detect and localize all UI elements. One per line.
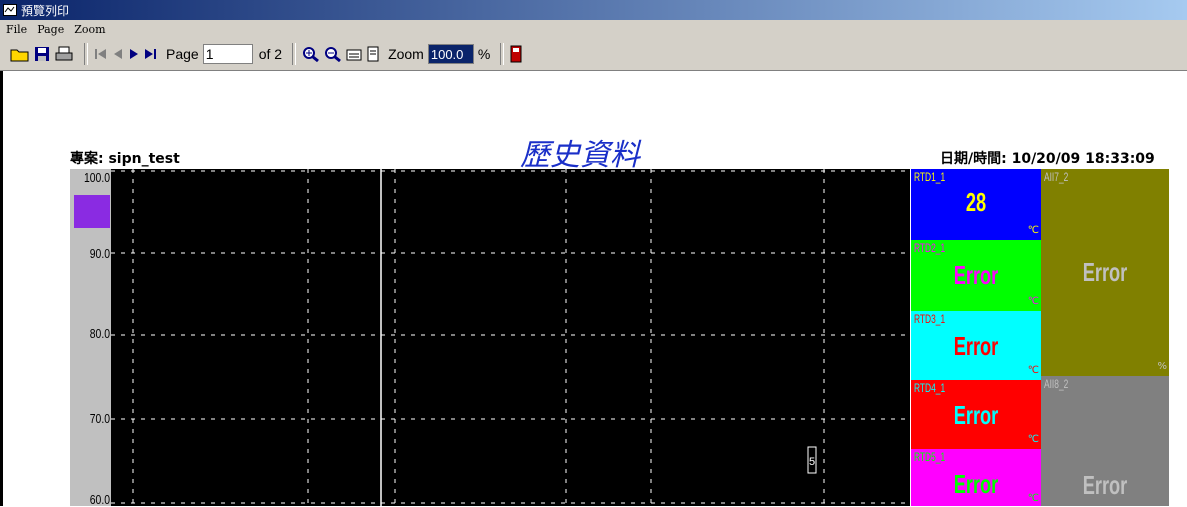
zoom-unit: % — [477, 46, 491, 62]
previous-page-icon[interactable] — [112, 42, 124, 66]
title-bar: 預覽列印 — [0, 0, 1187, 20]
y-axis-label: 100.0 — [83, 170, 110, 185]
tile-rtd2-1[interactable]: RTD2_1 Error ℃ — [911, 240, 1041, 311]
tile-value: Error — [953, 260, 999, 290]
trend-grid: 5 — [111, 169, 910, 506]
tile-value: Error — [953, 469, 999, 499]
tile-value: Error — [1082, 257, 1128, 287]
tile-rtd5-1[interactable]: RTD5_1 Error ℃ — [911, 449, 1041, 506]
menu-file[interactable]: File — [6, 23, 27, 36]
tile-aii8-2[interactable]: AII8_2 Error — [1041, 376, 1169, 506]
menu-bar: File Page Zoom — [0, 20, 1187, 38]
toolbar: Page of 2 Zoom % — [0, 38, 1187, 71]
zoom-in-icon[interactable] — [302, 42, 320, 66]
report-datetime: 日期/時間: 10/20/09 18:33:09 — [940, 151, 1155, 167]
tile-rtd1-1[interactable]: RTD1_1 28 ℃ — [911, 169, 1041, 240]
tile-rtd3-1[interactable]: RTD3_1 Error ℃ — [911, 311, 1041, 380]
tile-unit: % — [1157, 361, 1167, 372]
zoom-label: Zoom — [388, 46, 424, 62]
tile-name: RTD4_1 — [914, 381, 946, 395]
y-axis-label: 80.0 — [89, 326, 110, 341]
chart-icon — [3, 4, 17, 16]
tile-value: Error — [953, 400, 999, 430]
fit-page-icon[interactable] — [366, 42, 380, 66]
tile-unit: ℃ — [1027, 493, 1039, 504]
last-page-icon[interactable] — [144, 42, 158, 66]
project-name: 專案: sipn_test — [70, 151, 180, 167]
open-folder-icon[interactable] — [10, 42, 30, 66]
tile-name: AII8_2 — [1044, 377, 1069, 391]
menu-page[interactable]: Page — [37, 23, 64, 36]
trend-plot: 5 — [111, 169, 910, 506]
page-count: of 2 — [258, 46, 283, 62]
zoom-input[interactable] — [427, 44, 474, 64]
trend-color-swatch — [74, 195, 110, 228]
tile-value: Error — [953, 331, 999, 361]
page-label: Page — [166, 46, 199, 62]
fit-width-icon[interactable] — [346, 42, 362, 66]
tile-unit: ℃ — [1027, 225, 1039, 236]
menu-zoom[interactable]: Zoom — [74, 23, 105, 36]
y-axis-label: 60.0 — [89, 492, 110, 507]
print-icon[interactable] — [54, 42, 74, 66]
tile-name: RTD1_1 — [914, 170, 946, 184]
window-title: 預覽列印 — [21, 3, 70, 18]
tile-name: RTD2_1 — [914, 241, 946, 255]
first-page-icon[interactable] — [94, 42, 108, 66]
y-axis-label: 90.0 — [89, 246, 110, 261]
next-page-icon[interactable] — [128, 42, 140, 66]
zoom-out-icon[interactable] — [324, 42, 342, 66]
tile-name: RTD3_1 — [914, 312, 946, 326]
marker-label: 5 — [809, 456, 815, 468]
tile-unit: ℃ — [1027, 296, 1039, 307]
page-number-input[interactable] — [202, 44, 253, 64]
tile-unit: ℃ — [1027, 434, 1039, 445]
tile-value: 28 — [965, 187, 987, 217]
y-axis-label: 70.0 — [89, 411, 110, 426]
tile-name: RTD5_1 — [914, 450, 946, 464]
tile-value: Error — [1082, 470, 1128, 500]
report-title: 歷史資料 — [520, 138, 640, 173]
tile-aii7-2[interactable]: AII7_2 Error % — [1041, 169, 1169, 376]
exit-icon[interactable] — [510, 42, 522, 66]
tile-unit: ℃ — [1027, 365, 1039, 376]
toolbar-separator — [500, 43, 505, 65]
tile-name: AII7_2 — [1044, 170, 1069, 184]
save-icon[interactable] — [34, 42, 50, 66]
toolbar-separator — [292, 43, 297, 65]
toolbar-separator — [84, 43, 88, 65]
tile-rtd4-1[interactable]: RTD4_1 Error ℃ — [911, 380, 1041, 449]
